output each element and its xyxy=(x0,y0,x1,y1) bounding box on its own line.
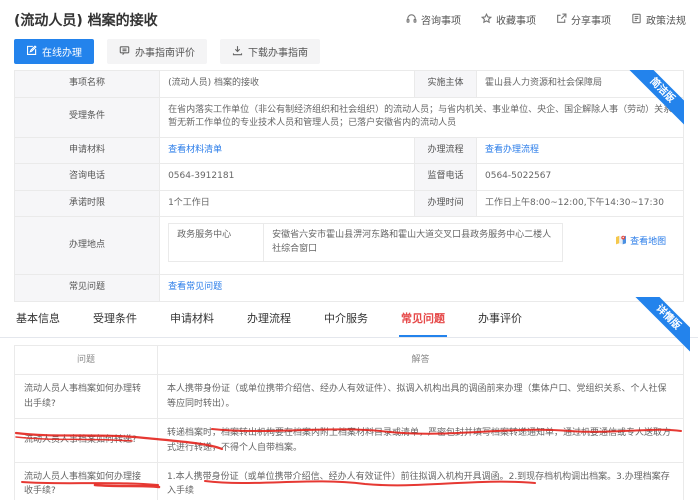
download-icon xyxy=(232,45,243,59)
supervise-phone-label: 监督电话 xyxy=(414,163,477,191)
table-row: 常见问题 查看常见问题 xyxy=(13,274,684,302)
faq-row: 流动人员人事档案如何转递? 转递档案时，档案转出机构要在档案内附上档案材料目录或… xyxy=(14,418,684,463)
office-hours-label: 办理时间 xyxy=(414,189,477,217)
supervise-phone-value: 0564-5022567 xyxy=(476,163,684,191)
table-row: 承诺时限 1个工作日 办理时间 工作日上午8:00~12:00,下午14:30~… xyxy=(13,189,684,217)
download-guide-button[interactable]: 下载办事指南 xyxy=(220,39,320,64)
faq-answer-header: 解答 xyxy=(157,344,684,376)
tab-materials[interactable]: 申请材料 xyxy=(168,306,216,337)
table-row: 办理地点 政务服务中心 安徽省六安市霍山县淠河东路和霍山大道交叉口县政务服务中心… xyxy=(13,216,684,275)
conditions-value: 在省内落实工作单位（非公有制经济组织和社会组织）的流动人员；与省内机关、事业单位… xyxy=(159,96,684,138)
policy-item-label: 政策法规 xyxy=(646,16,686,27)
faq-answer: 本人携带身份证（或单位携带介绍信、经办人有效证件）、拟调入机构出具的调函前来办理… xyxy=(157,374,684,420)
tab-agency-service[interactable]: 中介服务 xyxy=(322,306,370,337)
faq-view-link[interactable]: 查看常见问题 xyxy=(168,282,222,292)
view-map-label[interactable]: 查看地图 xyxy=(630,236,666,250)
location-center-name: 政务服务中心 xyxy=(168,223,264,262)
office-hours-value: 工作日上午8:00~12:00,下午14:30~17:30 xyxy=(476,189,684,217)
favorite-item-link[interactable]: 收藏事项 xyxy=(480,12,536,27)
tab-conditions[interactable]: 受理条件 xyxy=(91,306,139,337)
location-address: 安徽省六安市霍山县淠河东路和霍山大道交叉口县政务服务中心二楼人社综合窗口 xyxy=(263,223,564,262)
agency-label: 实施主体 xyxy=(414,70,477,98)
consult-item-link[interactable]: 咨询事项 xyxy=(406,12,461,27)
table-row: 申请材料 查看材料清单 办理流程 查看办理流程 xyxy=(13,136,684,164)
faq-row: 流动人员人事档案如何办理接收手续? 1.本人携带身份证（或单位携带介绍信、经办人… xyxy=(14,461,684,500)
document-icon xyxy=(631,13,642,27)
view-map-link[interactable]: 查看地图 xyxy=(615,223,666,262)
map-icon xyxy=(615,234,627,252)
detail-tab-bar: 基本信息 受理条件 申请材料 办理流程 中介服务 常见问题 办事评价 xyxy=(0,306,698,338)
service-guide-page: (流动人员) 档案的接收 咨询事项 收藏事项 分享事项 政策法规 在线办理 办事… xyxy=(0,0,698,500)
item-name-label: 事项名称 xyxy=(13,70,161,98)
faq-question: 流动人员人事档案如何办理接收手续? xyxy=(14,461,158,500)
faq-header-row: 问题 解答 xyxy=(14,344,684,376)
action-buttons: 在线办理 办事指南评价 下载办事指南 xyxy=(14,39,320,64)
time-limit-label: 承诺时限 xyxy=(13,189,161,217)
share-icon xyxy=(556,13,567,27)
quick-links: 咨询事项 收藏事项 分享事项 政策法规 xyxy=(406,12,686,27)
faq-question: 流动人员人事档案如何转递? xyxy=(14,418,158,463)
faq-question: 流动人员人事档案如何办理转出手续? xyxy=(14,374,158,420)
location-value: 政务服务中心 安徽省六安市霍山县淠河东路和霍山大道交叉口县政务服务中心二楼人社综… xyxy=(159,216,684,275)
faq-label: 常见问题 xyxy=(13,274,161,302)
download-guide-label: 下载办事指南 xyxy=(248,48,308,59)
time-limit-value: 1个工作日 xyxy=(159,189,416,217)
faq-question-header: 问题 xyxy=(14,344,158,376)
process-view-link[interactable]: 查看办理流程 xyxy=(485,145,539,155)
favorite-item-label: 收藏事项 xyxy=(496,16,536,27)
edit-icon xyxy=(26,44,37,59)
online-handle-label: 在线办理 xyxy=(42,48,82,59)
online-handle-button[interactable]: 在线办理 xyxy=(14,39,94,64)
faq-table: 问题 解答 流动人员人事档案如何办理转出手续? 本人携带身份证（或单位携带介绍信… xyxy=(14,344,684,500)
page-title: (流动人员) 档案的接收 xyxy=(14,13,158,29)
faq-answer: 1.本人携带身份证（或单位携带介绍信、经办人有效证件）前往拟调入机构开具调函。2… xyxy=(157,461,684,500)
materials-list-link[interactable]: 查看材料清单 xyxy=(168,145,222,155)
policy-item-link[interactable]: 政策法规 xyxy=(631,12,686,27)
headset-icon xyxy=(406,13,417,27)
share-item-link[interactable]: 分享事项 xyxy=(556,12,611,27)
tab-faq[interactable]: 常见问题 xyxy=(399,306,447,337)
tab-evaluation[interactable]: 办事评价 xyxy=(476,306,524,337)
item-name-value: (流动人员) 档案的接收 xyxy=(159,70,416,98)
share-item-label: 分享事项 xyxy=(571,16,611,27)
tab-process[interactable]: 办理流程 xyxy=(245,306,293,337)
consult-phone-label: 咨询电话 xyxy=(13,163,161,191)
comment-icon xyxy=(119,45,130,59)
table-row: 受理条件 在省内落实工作单位（非公有制经济组织和社会组织）的流动人员；与省内机关… xyxy=(13,96,684,138)
consult-item-label: 咨询事项 xyxy=(421,16,461,27)
table-row: 事项名称 (流动人员) 档案的接收 实施主体 霍山县人力资源和社会保障局 xyxy=(13,70,684,98)
process-label: 办理流程 xyxy=(414,136,477,164)
star-icon xyxy=(480,12,493,27)
basic-info-table: 事项名称 (流动人员) 档案的接收 实施主体 霍山县人力资源和社会保障局 受理条… xyxy=(13,70,684,302)
consult-phone-value: 0564-3912181 xyxy=(159,163,416,191)
conditions-label: 受理条件 xyxy=(13,96,161,138)
location-label: 办理地点 xyxy=(13,216,161,275)
faq-answer: 转递档案时，档案转出机构要在档案内附上档案材料目录或清单，严密包封并填写档案转递… xyxy=(157,418,684,463)
faq-row: 流动人员人事档案如何办理转出手续? 本人携带身份证（或单位携带介绍信、经办人有效… xyxy=(14,374,684,420)
guide-evaluate-label: 办事指南评价 xyxy=(135,48,195,59)
table-row: 咨询电话 0564-3912181 监督电话 0564-5022567 xyxy=(13,163,684,191)
tab-basic-info[interactable]: 基本信息 xyxy=(14,306,62,337)
guide-evaluate-button[interactable]: 办事指南评价 xyxy=(107,39,207,64)
agency-value: 霍山县人力资源和社会保障局 xyxy=(476,70,684,98)
materials-label: 申请材料 xyxy=(13,136,161,164)
